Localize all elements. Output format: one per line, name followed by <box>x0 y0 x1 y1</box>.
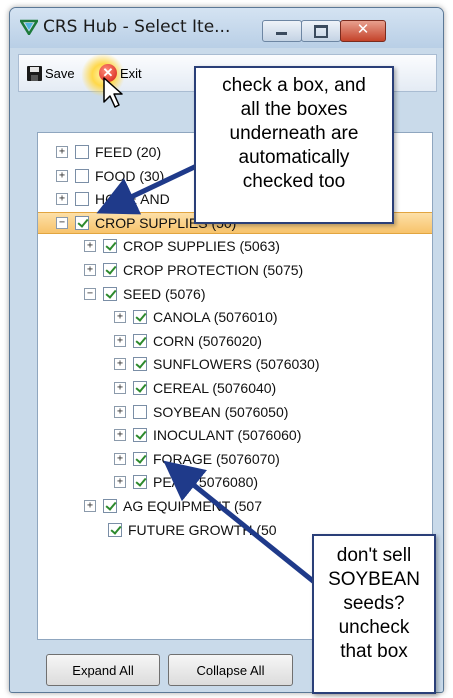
tree-row[interactable]: − SEED (5076) <box>84 283 205 305</box>
tree-row[interactable]: + CANOLA (5076010) <box>114 306 278 328</box>
callout-line: uncheck <box>338 617 410 638</box>
tree-row-label: PEAS (5076080) <box>153 474 259 491</box>
tree-row[interactable]: + CEREAL (5076040) <box>114 377 276 399</box>
collapse-node-icon[interactable]: − <box>84 287 96 300</box>
minimize-icon <box>276 32 287 35</box>
expand-node-icon[interactable]: + <box>114 311 126 324</box>
tree-row[interactable]: + SUNFLOWERS (5076030) <box>114 353 320 375</box>
close-button[interactable]: ✕ <box>340 20 386 42</box>
tree-checkbox[interactable] <box>133 404 147 419</box>
tree-checkbox[interactable] <box>133 451 147 466</box>
tree-checkbox[interactable] <box>75 192 89 207</box>
tree-row[interactable]: + INOCULANT (5076060) <box>114 424 301 446</box>
tree-row-label: FORAGE (5076070) <box>153 450 280 467</box>
tree-row-label: FEED (20) <box>95 144 162 160</box>
callout-line: check a box, and <box>222 75 366 96</box>
tree-row[interactable]: + HOME AND <box>56 188 170 210</box>
tree-row-label: CANOLA (5076010) <box>153 309 278 326</box>
expand-all-button[interactable]: Expand All <box>46 654 160 686</box>
callout-line: SOYBEAN <box>328 569 420 590</box>
tree-checkbox[interactable] <box>133 381 147 395</box>
callout-check-box: check a box, and all the boxes underneat… <box>194 66 394 224</box>
expand-node-icon[interactable]: + <box>114 358 126 371</box>
callout-line: all the boxes <box>240 99 348 120</box>
tree-checkbox[interactable] <box>75 168 89 183</box>
title-bar[interactable]: CRS Hub - Select Ite... ✕ <box>10 8 443 48</box>
tree-row-label: CROP SUPPLIES (5063) <box>123 238 280 255</box>
expand-node-icon[interactable]: + <box>114 405 126 418</box>
app-logo-icon <box>20 19 38 35</box>
tree-checkbox[interactable] <box>133 310 147 325</box>
minimize-button[interactable] <box>262 20 302 42</box>
tree-row[interactable]: + PEAS (5076080) <box>114 471 258 493</box>
callout-line: underneath are <box>229 123 359 144</box>
callout-line: checked too <box>242 171 346 192</box>
callout-line: that box <box>340 641 408 662</box>
tree-row[interactable]: FUTURE GROWTH (50 <box>108 519 277 541</box>
tree-checkbox[interactable] <box>75 145 89 159</box>
tree-row-label: CORN (5076020) <box>153 332 262 349</box>
collapse-all-button[interactable]: Collapse All <box>168 654 293 686</box>
save-label: Save <box>45 65 75 81</box>
expand-node-icon[interactable]: + <box>114 382 126 394</box>
expand-node-icon[interactable]: + <box>56 169 68 182</box>
tree-row[interactable]: + SOYBEAN (5076050) <box>114 401 288 423</box>
tree-row[interactable]: + CORN (5076020) <box>114 330 262 352</box>
tree-row-label: CEREAL (5076040) <box>153 380 277 396</box>
callout-uncheck-soybean: don't sell SOYBEAN seeds? uncheck that b… <box>312 534 436 694</box>
callout-line: seeds? <box>343 593 405 614</box>
expand-node-icon[interactable]: + <box>114 476 126 489</box>
expand-node-icon[interactable]: + <box>56 193 68 206</box>
tree-row-label: FUTURE GROWTH (50 <box>128 521 277 538</box>
tree-row-label: AG EQUIPMENT (507 <box>123 498 263 514</box>
collapse-node-icon[interactable]: − <box>56 216 68 229</box>
tree-checkbox[interactable] <box>133 357 147 372</box>
close-icon: ✕ <box>356 20 370 38</box>
expand-node-icon[interactable]: + <box>114 334 126 347</box>
tree-row[interactable]: + CROP PROTECTION (5075) <box>84 259 303 281</box>
tree-checkbox[interactable] <box>133 428 147 443</box>
tree-checkbox[interactable] <box>103 263 117 277</box>
save-button[interactable]: Save <box>27 62 75 84</box>
tree-row-label: SEED (5076) <box>123 285 206 302</box>
tree-row[interactable]: + FORAGE (5076070) <box>114 448 280 470</box>
expand-node-icon[interactable]: + <box>84 264 96 276</box>
tree-checkbox[interactable] <box>108 522 122 537</box>
tree-checkbox[interactable] <box>133 333 147 348</box>
expand-node-icon[interactable]: + <box>84 240 96 253</box>
expand-node-icon[interactable]: + <box>114 429 126 442</box>
tree-row-label: SUNFLOWERS (5076030) <box>153 356 320 373</box>
maximize-button[interactable] <box>301 20 341 42</box>
tree-row[interactable]: + CROP SUPPLIES (5063) <box>84 235 280 257</box>
tree-checkbox[interactable] <box>103 499 117 513</box>
expand-node-icon[interactable]: + <box>84 500 96 512</box>
mouse-pointer-icon <box>103 77 123 108</box>
tree-checkbox[interactable] <box>103 286 117 301</box>
expand-node-icon[interactable]: + <box>114 452 126 465</box>
expand-node-icon[interactable]: + <box>56 146 68 158</box>
maximize-icon <box>314 25 328 38</box>
tree-checkbox[interactable] <box>103 239 117 254</box>
tree-row-label: SOYBEAN (5076050) <box>153 403 289 420</box>
tree-row-label: FOOD (30) <box>95 167 165 184</box>
tree-row-label: HOME AND <box>95 191 170 208</box>
tree-row-label: INOCULANT (5076060) <box>153 427 302 444</box>
tree-checkbox[interactable] <box>75 215 89 230</box>
window-title: CRS Hub - Select Ite... <box>43 17 231 37</box>
tree-row-label: CROP PROTECTION (5075) <box>123 262 304 278</box>
tree-row[interactable]: + FOOD (30) <box>56 165 164 187</box>
floppy-disk-icon <box>27 65 42 81</box>
tree-checkbox[interactable] <box>133 475 147 490</box>
callout-line: don't sell <box>336 545 412 566</box>
tree-row[interactable]: + AG EQUIPMENT (507 <box>84 495 262 517</box>
callout-line: automatically <box>238 147 350 168</box>
tree-row[interactable]: + FEED (20) <box>56 141 161 163</box>
